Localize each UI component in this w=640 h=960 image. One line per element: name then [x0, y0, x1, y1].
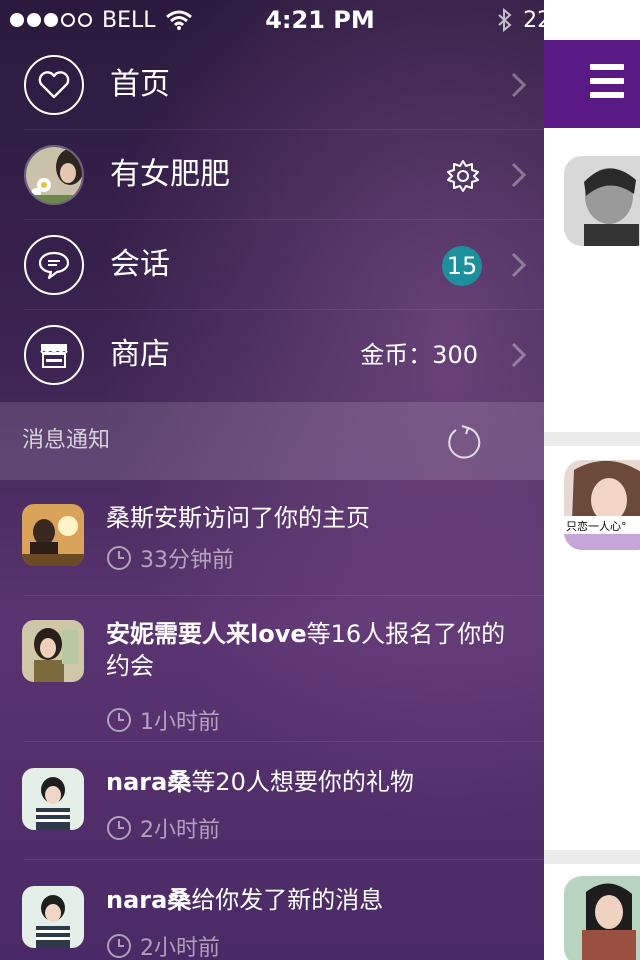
status-bar: BELL 4:21 PM 22%: [0, 0, 640, 40]
clock-icon: [107, 934, 131, 958]
menu-label-chats: 会话: [110, 247, 170, 282]
battery-percent: 22%: [523, 7, 572, 33]
unread-badge: 15: [442, 246, 482, 286]
feed-divider: [544, 432, 640, 446]
notification-item[interactable]: nara桑等20人想要你的礼物 2小时前: [0, 742, 544, 860]
carrier-name: BELL: [102, 7, 156, 33]
menu-item-profile[interactable]: 有女肥肥: [0, 130, 544, 220]
feed-divider: [544, 850, 640, 864]
notification-avatar: [22, 504, 84, 566]
notification-time: 33分钟前: [106, 542, 234, 574]
notification-time: 1小时前: [106, 704, 220, 736]
menu-label-store: 商店: [110, 337, 170, 372]
notification-user[interactable]: nara桑: [106, 886, 191, 914]
notification-item[interactable]: 桑斯安斯访问了你的主页 33分钟前: [0, 480, 544, 596]
notification-text: 安妮需要人来love等16人报名了你的约会: [106, 618, 516, 682]
svg-text:只恋一人心°: 只恋一人心°: [566, 519, 627, 533]
notification-time: 2小时前: [106, 930, 220, 960]
notification-time-text: 1小时前: [140, 710, 220, 735]
menu-item-chats[interactable]: 会话 15: [0, 220, 544, 310]
feed-thumbnail[interactable]: [564, 876, 640, 960]
refresh-icon[interactable]: [446, 424, 482, 460]
notification-message: 等20人想要你的礼物: [191, 768, 414, 796]
notification-text: nara桑等20人想要你的礼物: [106, 766, 516, 798]
notifications-header: 消息通知: [0, 402, 544, 480]
feed-thumbnail[interactable]: 只恋一人心°: [564, 460, 640, 550]
heart-icon: [24, 55, 84, 115]
avatar: [24, 145, 84, 205]
menu-item-home[interactable]: 首页: [0, 40, 544, 130]
hamburger-menu-icon[interactable]: [590, 64, 624, 98]
clock-icon: [107, 546, 131, 570]
notification-user[interactable]: 安妮需要人来love: [106, 620, 307, 648]
chevron-right-icon: [511, 162, 527, 188]
wifi-icon: [165, 10, 192, 30]
notification-time-text: 2小时前: [140, 818, 220, 843]
menu-label-profile: 有女肥肥: [110, 157, 230, 192]
notification-item[interactable]: nara桑给你发了新的消息 2小时前: [0, 860, 544, 960]
bluetooth-icon: [498, 8, 512, 32]
chat-bubble-icon: [24, 235, 84, 295]
main-content: 只恋一人心°: [544, 0, 640, 960]
clock-icon: [107, 816, 131, 840]
notification-item[interactable]: 安妮需要人来love等16人报名了你的约会 1小时前: [0, 596, 544, 742]
notification-avatar: [22, 886, 84, 948]
feed-thumbnail[interactable]: [564, 156, 640, 246]
notification-time: 2小时前: [106, 812, 220, 844]
notification-message: 给你发了新的消息: [191, 886, 384, 914]
chevron-right-icon: [511, 252, 527, 278]
notification-user[interactable]: nara桑: [106, 768, 191, 796]
chevron-right-icon: [511, 342, 527, 368]
clock-icon: [107, 708, 131, 732]
gear-icon[interactable]: [446, 159, 480, 193]
notification-avatar: [22, 768, 84, 830]
chevron-right-icon: [511, 72, 527, 98]
notification-time-text: 33分钟前: [140, 548, 234, 573]
section-title: 消息通知: [22, 428, 111, 453]
coin-balance: 金币：300: [360, 341, 478, 369]
side-drawer: 首页 有女肥肥 会话 15 商店 金币：300 消息通知 桑斯安斯访问了你的主页…: [0, 40, 544, 960]
menu-item-store[interactable]: 商店 金币：300: [0, 310, 544, 400]
notification-text: nara桑给你发了新的消息: [106, 884, 516, 916]
battery-icon: [582, 9, 634, 31]
notification-time-text: 2小时前: [140, 936, 220, 960]
signal-strength-icon: [10, 13, 92, 27]
main-header: [544, 40, 640, 128]
menu-label-home: 首页: [110, 67, 170, 102]
notification-avatar: [22, 620, 84, 682]
notification-text: 桑斯安斯访问了你的主页: [106, 504, 370, 532]
store-icon: [24, 325, 84, 385]
